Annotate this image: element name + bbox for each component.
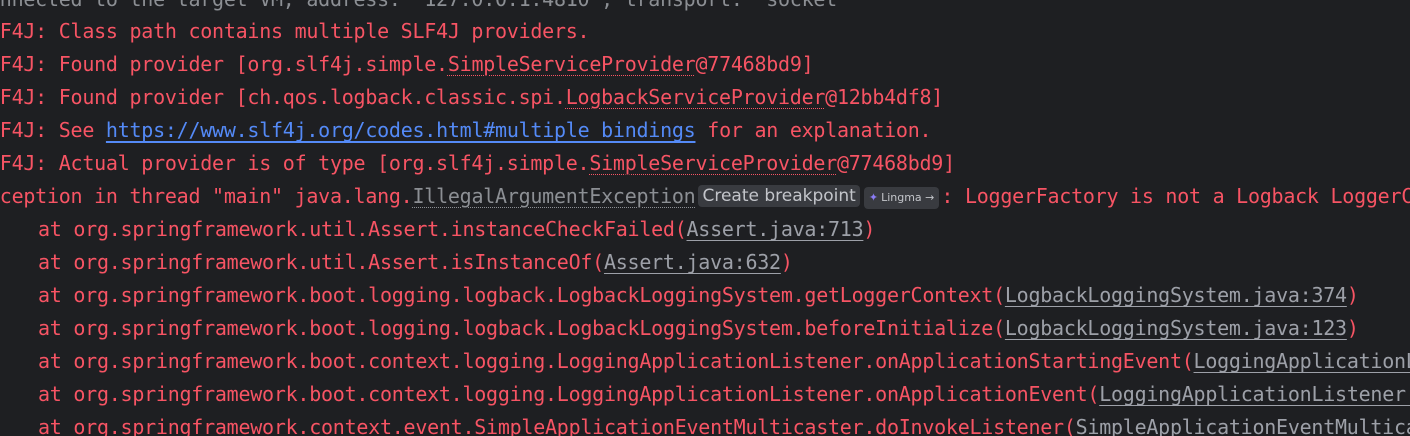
- console-text: @77468bd9]: [836, 151, 955, 175]
- stack-frame-text: at org.springframework.boot.logging.logb…: [38, 316, 1005, 340]
- stack-frame: at org.springframework.boot.context.logg…: [38, 378, 1410, 411]
- exception-line: xception in thread "main" java.lang.Ille…: [0, 180, 1410, 213]
- console-text: for an explanation.: [695, 118, 932, 142]
- source-link[interactable]: LogbackLoggingSystem.java:374: [1005, 283, 1347, 307]
- stack-frame-text: at org.springframework.boot.logging.logb…: [38, 283, 1005, 307]
- stack-frame-close: ): [863, 217, 876, 241]
- create-breakpoint-button[interactable]: Create breakpoint: [698, 185, 860, 207]
- console-text: @12bb4df8]: [825, 85, 944, 109]
- console-line: LF4J: Found provider [ch.qos.logback.cla…: [0, 81, 943, 114]
- console-line: LF4J: Found provider [org.slf4j.simple.S…: [0, 48, 814, 81]
- stack-frame-text: at org.springframework.util.Assert.insta…: [38, 217, 687, 241]
- stack-frame: at org.springframework.boot.context.logg…: [38, 345, 1410, 378]
- run-console-output: onnected to the target VM, address: '127…: [0, 0, 1410, 436]
- stack-frame-text: at org.springframework.context.event.Sim…: [38, 415, 1076, 436]
- arrow-right-icon: →: [925, 191, 935, 204]
- exception-message: : LoggerFactory is not a Logback LoggerC…: [941, 184, 1410, 208]
- console-text: LF4J: Found provider [ch.qos.logback.cla…: [0, 85, 566, 109]
- exception-class-link[interactable]: IllegalArgumentException: [412, 184, 695, 208]
- source-link[interactable]: LoggingApplicationListener.java: [1099, 382, 1410, 406]
- console-text: LF4J: Found provider [org.slf4j.simple.: [0, 52, 448, 76]
- console-line: LF4J: Class path contains multiple SLF4J…: [0, 19, 590, 43]
- source-link[interactable]: Assert.java:713: [687, 217, 864, 241]
- stack-frame-text: at org.springframework.boot.context.logg…: [38, 349, 1194, 373]
- stack-frame: at org.springframework.boot.logging.logb…: [38, 312, 1359, 345]
- stack-frame: at org.springframework.util.Assert.isIns…: [38, 246, 793, 279]
- stack-frame-close: ): [780, 250, 793, 274]
- class-link[interactable]: SimpleServiceProvider: [448, 52, 696, 76]
- class-link[interactable]: LogbackServiceProvider: [566, 85, 826, 109]
- console-line: LF4J: See https://www.slf4j.org/codes.ht…: [0, 114, 932, 147]
- console-line-connected: onnected to the target VM, address: '127…: [0, 0, 849, 16]
- stack-frame: at org.springframework.context.event.Sim…: [38, 411, 1410, 436]
- lingma-icon: ✦: [868, 191, 879, 204]
- stack-frame: at org.springframework.util.Assert.insta…: [38, 213, 875, 246]
- source-link[interactable]: Assert.java:632: [604, 250, 781, 274]
- stack-frame-close: ): [1346, 283, 1359, 307]
- console-text: @77468bd9]: [695, 52, 814, 76]
- class-link[interactable]: SimpleServiceProvider: [589, 151, 837, 175]
- stack-frame-close: ): [1346, 316, 1359, 340]
- lingma-button[interactable]: ✦ Lingma →: [863, 187, 940, 209]
- source-link[interactable]: SimpleApplicationEventMulticaster.java: [1076, 415, 1410, 436]
- console-text: LF4J: Actual provider is of type [org.sl…: [0, 151, 590, 175]
- source-link[interactable]: LogbackLoggingSystem.java:123: [1005, 316, 1347, 340]
- stack-frame-text: at org.springframework.boot.context.logg…: [38, 382, 1100, 406]
- stack-frame: at org.springframework.boot.logging.logb…: [38, 279, 1359, 312]
- stack-frame-text: at org.springframework.util.Assert.isIns…: [38, 250, 604, 274]
- console-text: LF4J: See: [0, 118, 95, 142]
- console-line: LF4J: Actual provider is of type [org.sl…: [0, 147, 955, 180]
- lingma-label: Lingma: [881, 191, 922, 204]
- source-link[interactable]: LoggingApplicationListener.java: [1194, 349, 1410, 373]
- exception-prefix: xception in thread "main" java.lang.: [0, 184, 413, 208]
- url-link[interactable]: https://www.slf4j.org/codes.html#multipl…: [106, 118, 696, 142]
